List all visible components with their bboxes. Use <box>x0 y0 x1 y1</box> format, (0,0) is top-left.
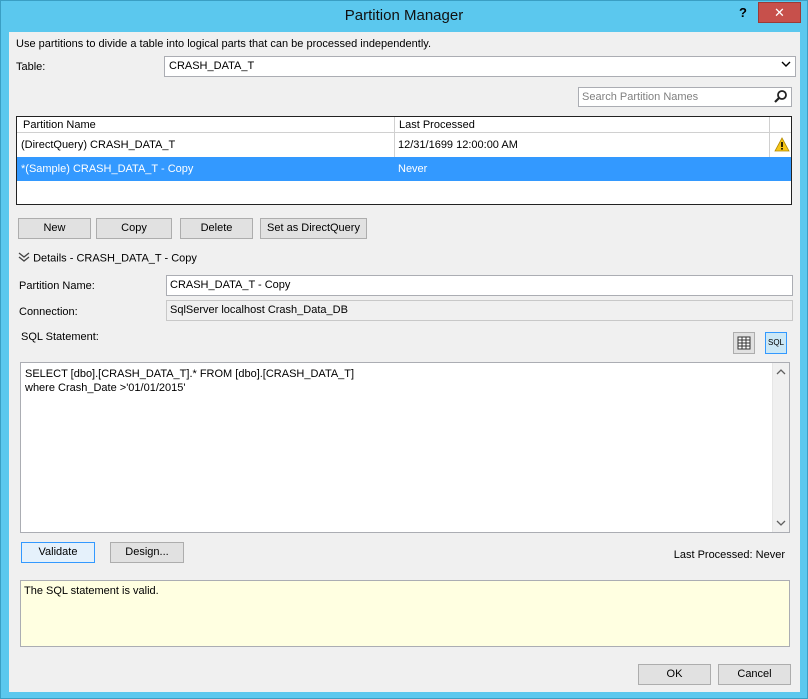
design-button[interactable]: Design... <box>110 542 184 563</box>
partition-name-cell: (DirectQuery) CRASH_DATA_T <box>21 139 176 151</box>
connection-label: Connection: <box>19 306 78 318</box>
grid-header: Partition Name Last Processed <box>17 117 791 133</box>
grid-icon <box>737 336 751 353</box>
partition-name-label: Partition Name: <box>19 280 95 292</box>
sql-statement-editor[interactable]: SELECT [dbo].[CRASH_DATA_T].* FROM [dbo]… <box>20 362 790 533</box>
copy-button[interactable]: Copy <box>96 218 172 239</box>
validate-button[interactable]: Validate <box>21 542 95 563</box>
search-icon[interactable] <box>773 89 788 104</box>
table-row[interactable]: *(Sample) CRASH_DATA_T - Copy Never <box>17 157 791 181</box>
description-text: Use partitions to divide a table into lo… <box>16 38 431 50</box>
collapse-chevron-icon[interactable] <box>18 251 30 266</box>
warning-icon <box>774 137 790 153</box>
table-row[interactable]: (DirectQuery) CRASH_DATA_T 12/31/1699 12… <box>17 133 791 157</box>
details-section-header[interactable]: Details - CRASH_DATA_T - Copy <box>18 251 197 266</box>
connection-field[interactable]: SqlServer localhost Crash_Data_DB <box>166 300 793 321</box>
set-directquery-button[interactable]: Set as DirectQuery <box>260 218 367 239</box>
table-select-value: CRASH_DATA_T <box>169 60 255 72</box>
sql-view-button[interactable]: SQL <box>765 332 787 354</box>
ok-button[interactable]: OK <box>638 664 711 685</box>
last-processed-status: Last Processed: Never <box>673 549 785 561</box>
chevron-down-icon <box>781 59 791 72</box>
new-button[interactable]: New <box>18 218 91 239</box>
column-header-last-processed[interactable]: Last Processed <box>399 119 475 131</box>
column-header-partition-name[interactable]: Partition Name <box>23 119 96 131</box>
help-button[interactable]: ? <box>728 2 758 23</box>
vertical-scrollbar[interactable] <box>772 363 789 532</box>
scroll-down-icon[interactable] <box>776 518 786 528</box>
dialog-body: Use partitions to divide a table into lo… <box>9 32 800 692</box>
table-select[interactable]: CRASH_DATA_T <box>164 56 796 77</box>
sql-statement-text: SELECT [dbo].[CRASH_DATA_T].* FROM [dbo]… <box>25 368 355 394</box>
close-button[interactable]: ✕ <box>758 2 801 23</box>
table-view-button[interactable] <box>733 332 755 354</box>
scroll-up-icon[interactable] <box>776 367 786 377</box>
last-processed-cell: 12/31/1699 12:00:00 AM <box>398 139 518 151</box>
partition-name-cell: *(Sample) CRASH_DATA_T - Copy <box>21 163 194 175</box>
last-processed-cell: Never <box>398 163 428 175</box>
delete-button[interactable]: Delete <box>180 218 253 239</box>
title-bar: Partition Manager ? ✕ <box>1 1 807 32</box>
details-header-label: Details - CRASH_DATA_T - Copy <box>33 252 197 265</box>
search-placeholder: Search Partition Names <box>582 91 699 103</box>
search-partition-input[interactable]: Search Partition Names <box>578 87 792 107</box>
validation-message: The SQL statement is valid. <box>24 585 159 597</box>
window-title: Partition Manager <box>344 7 464 24</box>
table-label: Table: <box>16 61 46 73</box>
sql-icon: SQL <box>767 338 784 347</box>
partition-name-field[interactable]: CRASH_DATA_T - Copy <box>166 275 793 296</box>
validation-result-box: The SQL statement is valid. <box>20 580 790 647</box>
partition-manager-window: Partition Manager ? ✕ Use partitions to … <box>0 0 808 699</box>
cancel-button[interactable]: Cancel <box>718 664 791 685</box>
partitions-grid: Partition Name Last Processed (DirectQue… <box>16 116 792 205</box>
sql-statement-label: SQL Statement: <box>21 331 99 343</box>
